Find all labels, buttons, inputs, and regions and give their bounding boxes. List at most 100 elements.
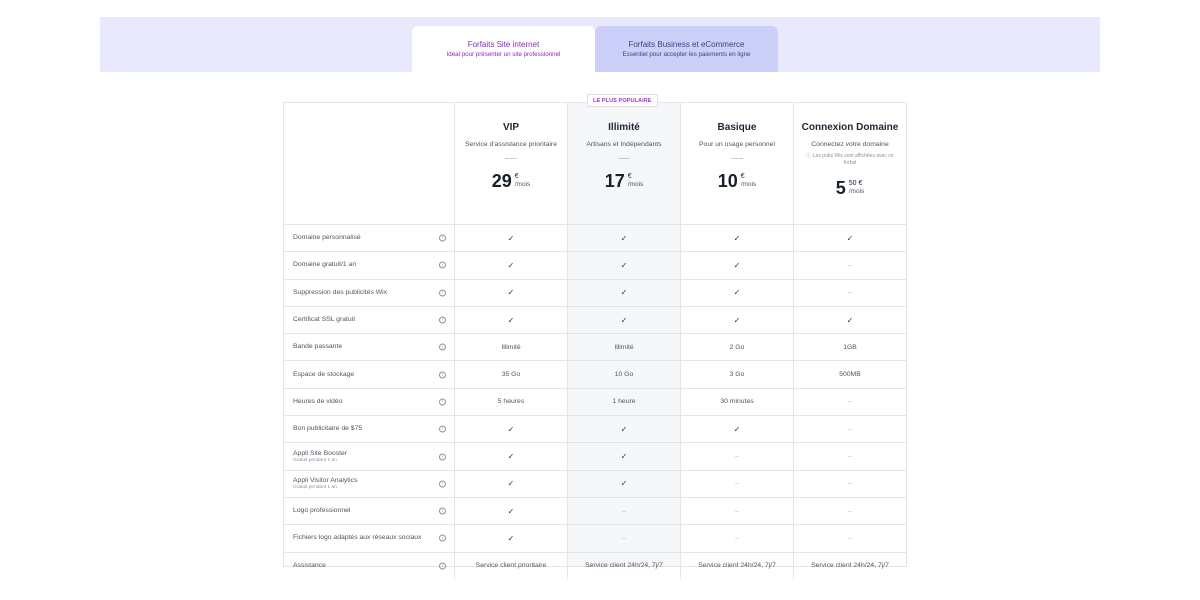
check-icon: ✓ xyxy=(620,452,628,462)
tab-site-internet[interactable]: Forfaits Site internet Idéal pour présen… xyxy=(412,26,595,72)
plan-note-text: Les pubs Wix sont affichées avec ce forf… xyxy=(812,153,894,166)
price-period: /mois xyxy=(740,181,757,188)
info-icon[interactable]: i xyxy=(439,562,446,570)
info-icon[interactable]: i xyxy=(439,261,446,269)
feature-label: Suppression des publicités Wix xyxy=(293,288,388,296)
feature-value-cell: 5 heures xyxy=(454,388,567,416)
plan-name: Connexion Domaine xyxy=(801,122,899,133)
info-icon[interactable]: i xyxy=(439,289,446,297)
dash-icon: – xyxy=(848,261,852,269)
feature-value: 5 heures xyxy=(497,398,525,406)
check-icon: ✓ xyxy=(620,315,628,325)
dash-icon: – xyxy=(735,480,739,488)
check-icon: ✓ xyxy=(620,288,628,298)
feature-value: 2 Go xyxy=(729,343,745,351)
feature-label-wrap: Domaine personnalisé xyxy=(293,234,433,242)
feature-value: 10 Go xyxy=(614,371,634,379)
info-icon[interactable]: i xyxy=(439,507,446,515)
plan-price: 29 €/mois xyxy=(492,171,531,191)
feature-value-cell: Illimité xyxy=(567,334,680,361)
dash-icon: – xyxy=(848,453,852,461)
feature-value-cell: ✓ xyxy=(454,497,567,525)
check-icon: ✓ xyxy=(846,233,854,243)
price-currency: € xyxy=(628,173,644,181)
check-icon: ✓ xyxy=(507,424,515,434)
feature-label-cell: Assistance i xyxy=(284,553,454,579)
dash-icon: – xyxy=(848,289,852,297)
feature-value: 35 Go xyxy=(501,371,521,379)
feature-value-cell: – xyxy=(793,497,906,525)
feature-value: 1GB xyxy=(843,343,857,351)
check-icon: ✓ xyxy=(507,479,515,489)
plan-description: Pour un usage personnel xyxy=(699,141,775,148)
feature-value-cell: Service client prioritaire xyxy=(454,552,567,579)
plan-name: Basique xyxy=(717,122,757,133)
feature-sublabel: Gratuit pendant 1 an xyxy=(293,457,337,463)
price-currency: € xyxy=(515,173,531,181)
info-icon[interactable]: i xyxy=(439,534,446,542)
feature-value-cell: – xyxy=(793,470,906,497)
feature-value-cell: – xyxy=(793,416,906,443)
price-integer: 5 xyxy=(835,178,846,198)
check-icon: ✓ xyxy=(507,533,515,543)
plan-description: Service d'assistance prioritaire xyxy=(465,141,557,148)
feature-label-wrap: Logo professionnel xyxy=(293,507,433,515)
plan-price: 17 €/mois xyxy=(605,171,644,191)
feature-value-cell: 2 Go xyxy=(680,334,793,361)
plan-separator xyxy=(618,158,630,159)
feature-label-wrap: Assistance xyxy=(293,562,433,570)
feature-value-cell: 30 minutes xyxy=(680,388,793,416)
feature-value-cell: 1 heure xyxy=(567,388,680,416)
price-integer: 29 xyxy=(491,171,512,191)
feature-value: Illimité xyxy=(501,343,521,351)
feature-label-cell: Suppression des publicités Wix i xyxy=(284,280,454,306)
dash-icon: – xyxy=(622,534,626,542)
info-icon[interactable]: i xyxy=(439,453,446,461)
info-icon[interactable]: i xyxy=(439,343,446,351)
check-icon: ✓ xyxy=(846,315,854,325)
plan-header-4: Connexion Domaine Connectez votre domaine… xyxy=(793,103,906,224)
info-icon[interactable]: i xyxy=(439,316,446,324)
dash-icon: – xyxy=(848,480,852,488)
feature-value-cell: Service client 24h/24, 7j/7 xyxy=(793,552,906,579)
plan-header-2: Illimité Artisans et Indépendants 17 €/mois xyxy=(567,103,680,224)
feature-label-cell: Certificat SSL gratuit i xyxy=(284,307,454,333)
feature-row: Appli Site Booster Gratuit pendant 1 an i ✓… xyxy=(284,443,906,471)
feature-value-cell: 35 Go xyxy=(454,361,567,388)
feature-label-cell: Heures de vidéo i xyxy=(284,389,454,415)
dash-icon: – xyxy=(735,453,739,461)
feature-row: Logo professionnel i ✓ – – – xyxy=(284,497,906,526)
plan-header-1: VIP Service d'assistance prioritaire 29 €/m… xyxy=(454,103,567,224)
feature-row: Heures de vidéo i 5 heures 1 heure 30 minute… xyxy=(284,388,906,417)
feature-label-cell: Appli Site Booster Gratuit pendant 1 an i xyxy=(284,443,454,469)
feature-label: Assistance xyxy=(293,561,326,569)
feature-label-wrap: Bande passante xyxy=(293,343,433,351)
check-icon: ✓ xyxy=(507,288,515,298)
header-empty-cell xyxy=(284,103,454,224)
feature-label: Fichiers logo adaptés aux réseaux sociau… xyxy=(293,534,422,542)
feature-row: Assistance i Service client prioritaire Ser… xyxy=(284,552,906,579)
info-icon[interactable]: i xyxy=(439,371,446,379)
price-period: /mois xyxy=(848,188,865,195)
currency-symbol: € xyxy=(740,173,745,180)
check-icon: ✓ xyxy=(620,424,628,434)
feature-value-cell: ✓ xyxy=(567,279,680,306)
dash-icon: – xyxy=(848,398,852,406)
feature-value-cell: – xyxy=(793,252,906,279)
feature-row: Bon publicitaire de $75 i ✓ ✓ ✓ – xyxy=(284,416,906,444)
feature-label-cell: Domaine gratuit/1 an i xyxy=(284,252,454,278)
feature-label: Domaine personnalisé xyxy=(293,234,361,242)
plan-note: ⓘ Les pubs Wix sont affichées avec ce fo… xyxy=(804,153,896,166)
feature-label-wrap: Certificat SSL gratuit xyxy=(293,316,433,324)
feature-value-cell: – xyxy=(793,525,906,552)
plan-category-tabs: Forfaits Site internet Idéal pour présen… xyxy=(412,26,778,72)
price-side: €/mois xyxy=(628,173,644,189)
info-icon[interactable]: i xyxy=(439,480,446,488)
feature-value-cell: 10 Go xyxy=(567,361,680,388)
feature-value-cell: – xyxy=(680,443,793,470)
info-icon[interactable]: i xyxy=(439,398,446,406)
info-icon[interactable]: i xyxy=(439,234,446,242)
feature-row: Certificat SSL gratuit i ✓ ✓ ✓ ✓ xyxy=(284,306,906,335)
tab-business-ecommerce[interactable]: Forfaits Business et eCommerce Essentiel… xyxy=(595,26,778,72)
info-icon[interactable]: i xyxy=(439,425,446,433)
